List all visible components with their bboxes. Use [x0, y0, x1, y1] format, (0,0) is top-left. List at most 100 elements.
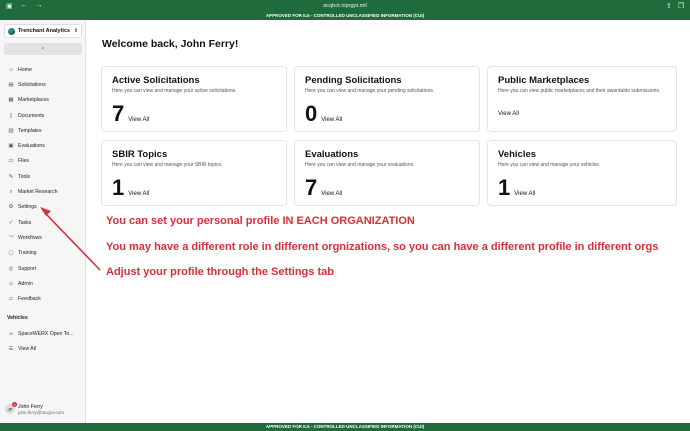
- workflow-icon: ⤳: [8, 234, 14, 241]
- sidebar-item-market-research[interactable]: ⌕ Market Research: [0, 184, 86, 199]
- sidebar-item-evaluations[interactable]: ▣ Evaluations: [0, 138, 86, 153]
- sidebar-item-label: Training: [18, 250, 37, 257]
- vehicle-item-label: View All: [18, 346, 37, 352]
- sidebar-item-tasks[interactable]: ✓ Tasks: [0, 215, 86, 230]
- card-title: Public Marketplaces: [498, 75, 590, 86]
- card-title: Active Solicitations: [112, 75, 200, 86]
- card-count: 1: [498, 175, 511, 200]
- annotation-settings-tab: Adjust your profile through the Settings…: [106, 266, 334, 278]
- sidebar-item-marketplaces[interactable]: ▦ Marketplaces: [0, 93, 86, 108]
- browser-toolbar: ▣ ← → acqbot.niprgpt.mil ⇪ ❐: [0, 0, 690, 12]
- template-icon: ▥: [8, 127, 14, 134]
- sidebar-item-label: Templates: [18, 127, 42, 134]
- link-icon: ∞: [9, 331, 13, 337]
- sidebar-item-label: Tools: [18, 173, 31, 180]
- card-evaluations: Evaluations Here you can view and manage…: [294, 140, 480, 206]
- sidebar-item-documents[interactable]: ▯ Documents: [0, 108, 86, 123]
- org-name: Trenchant Analytics: [18, 28, 71, 34]
- card-description: Here you can view and manage your pendin…: [305, 88, 435, 94]
- sidebar-item-label: Evaluations: [18, 143, 45, 150]
- card-title: Vehicles: [498, 149, 537, 160]
- sidebar-item-home[interactable]: ⌂ Home: [0, 62, 86, 77]
- chat-icon: ▱: [8, 296, 14, 303]
- sidebar-item-templates[interactable]: ▥ Templates: [0, 123, 86, 138]
- share-icon[interactable]: ⇪: [666, 2, 672, 10]
- avatar-initials: JF: [7, 406, 13, 412]
- view-all-link[interactable]: View All: [498, 111, 519, 117]
- help-icon: ◎: [8, 265, 14, 272]
- sidebar-item-label: Feedback: [18, 296, 41, 303]
- vehicle-item-spacewerx[interactable]: ∞ SpaceWERX Open To...: [0, 328, 86, 340]
- sidebar-item-settings[interactable]: ⚙ Settings: [0, 200, 86, 215]
- card-active-solicitations: Active Solicitations Here you can view a…: [101, 66, 287, 132]
- sidebar-item-training[interactable]: ▢ Training: [0, 246, 86, 261]
- card-sbir-topics: SBIR Topics Here you can view and manage…: [101, 140, 287, 206]
- sidebar-item-tools[interactable]: ✎ Tools: [0, 169, 86, 184]
- view-all-link[interactable]: View All: [321, 191, 342, 197]
- page-title: Welcome back, John Ferry!: [102, 38, 239, 50]
- sidebar-item-label: Tasks: [18, 219, 32, 226]
- org-logo: [8, 27, 15, 35]
- gear-icon: ⚙: [8, 204, 14, 211]
- sidebar-item-label: Files: [18, 158, 29, 165]
- card-description: Here you can view public marketplaces an…: [498, 88, 661, 94]
- clipboard-icon: ▣: [8, 143, 14, 150]
- view-all-link[interactable]: View All: [321, 117, 342, 123]
- sidebar-item-label: Marketplaces: [18, 97, 49, 104]
- sidebar-item-label: Settings: [18, 204, 37, 211]
- vehicles-view-all[interactable]: ☰ View All: [0, 343, 86, 355]
- chevron-updown-icon: ⇕: [73, 28, 78, 34]
- folder-icon: ▭: [8, 158, 14, 165]
- nav-list: ⌂ Home ▤ Solicitations ▦ Marketplaces ▯ Docu…: [0, 62, 86, 307]
- sidebar-item-label: Solicitations: [18, 81, 46, 88]
- user-icon: ☺: [8, 280, 14, 287]
- search-icon: ⌕: [9, 188, 13, 195]
- sidebar-item-solicitations[interactable]: ▤ Solicitations: [0, 77, 86, 92]
- notification-badge: 3: [12, 402, 17, 407]
- card-vehicles: Vehicles Here you can view and manage yo…: [487, 140, 677, 206]
- book-icon: ▢: [8, 250, 14, 257]
- home-icon: ⌂: [9, 66, 13, 73]
- card-count: 1: [112, 175, 125, 200]
- annotation-profile-per-org: You can set your personal profile IN EAC…: [106, 215, 415, 227]
- document-icon: ▤: [8, 81, 14, 88]
- sidebar: Trenchant Analytics ⇕ ‹ ⌂ Home ▤ Solicitat…: [0, 20, 86, 423]
- avatar: JF 3: [5, 402, 17, 414]
- address-bar[interactable]: acqbot.niprgpt.mil: [0, 3, 690, 9]
- file-icon: ▯: [9, 112, 13, 119]
- card-count: 0: [305, 101, 318, 126]
- card-title: Evaluations: [305, 149, 359, 160]
- sidebar-item-label: Home: [18, 66, 32, 73]
- sidebar-item-label: Documents: [18, 112, 45, 119]
- sidebar-item-workflows[interactable]: ⤳ Workflows: [0, 230, 86, 245]
- view-all-link[interactable]: View All: [128, 191, 149, 197]
- list-icon: ☰: [8, 346, 14, 352]
- card-description: Here you can view and manage your vehicl…: [498, 162, 601, 168]
- sidebar-item-label: Support: [18, 265, 37, 272]
- card-description: Here you can view and manage your evalua…: [305, 162, 415, 168]
- sidebar-item-feedback[interactable]: ▱ Feedback: [0, 291, 86, 306]
- org-switcher[interactable]: Trenchant Analytics ⇕: [4, 24, 82, 38]
- card-title: Pending Solicitations: [305, 75, 402, 86]
- card-count: 7: [112, 101, 125, 126]
- user-profile[interactable]: JF 3 John Ferry john.ferry@tacgov.com: [5, 399, 83, 419]
- tabs-icon[interactable]: ❐: [678, 2, 684, 10]
- check-icon: ✓: [8, 219, 14, 226]
- user-email: john.ferry@tacgov.com: [18, 409, 65, 415]
- vehicles-section-label: Vehicles: [7, 315, 28, 321]
- card-description: Here you can view and manage your active…: [112, 88, 237, 94]
- sidebar-item-support[interactable]: ◎ Support: [0, 261, 86, 276]
- annotation-different-roles: You may have a different role in differe…: [106, 241, 659, 253]
- sidebar-item-label: Admin: [18, 280, 33, 287]
- vehicle-item-label: SpaceWERX Open To...: [18, 331, 74, 337]
- view-all-link[interactable]: View All: [128, 117, 149, 123]
- card-pending-solicitations: Pending Solicitations Here you can view …: [294, 66, 480, 132]
- card-public-marketplaces: Public Marketplaces Here you can view pu…: [487, 66, 677, 132]
- sidebar-item-admin[interactable]: ☺ Admin: [0, 276, 86, 291]
- cui-banner-bottom: APPROVED FOR IL5 - CONTROLLED UNCLASSIFI…: [0, 423, 690, 431]
- sidebar-item-label: Market Research: [18, 189, 58, 196]
- sidebar-item-files[interactable]: ▭ Files: [0, 154, 86, 169]
- view-all-link[interactable]: View All: [514, 191, 535, 197]
- collapse-sidebar-button[interactable]: ‹: [4, 43, 82, 55]
- sidebar-item-label: Workflows: [18, 234, 42, 241]
